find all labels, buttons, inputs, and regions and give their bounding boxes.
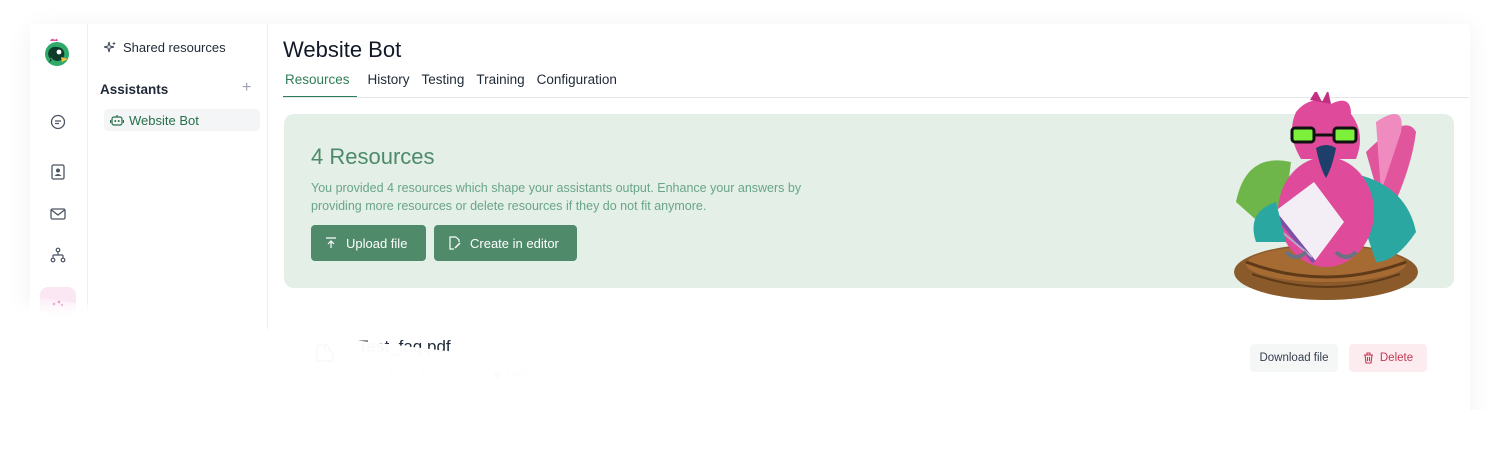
robot-icon xyxy=(110,114,124,126)
chat-icon[interactable] xyxy=(48,112,68,132)
sparkle-icon xyxy=(104,41,116,53)
app-window: Shared resources Assistants + Website Bo… xyxy=(30,24,1470,444)
assistant-parrot-icon[interactable] xyxy=(40,287,76,317)
status-label: Live xyxy=(506,368,528,380)
page-title: Website Bot xyxy=(283,37,402,62)
upload-file-label: Upload file xyxy=(346,235,408,251)
shared-resources-link[interactable]: Shared resources xyxy=(104,40,226,55)
main-content: Website Bot Resources History Testing Tr… xyxy=(268,24,1470,444)
upload-file-button[interactable]: Upload file xyxy=(311,225,426,261)
document-icon xyxy=(316,344,334,362)
mail-icon[interactable] xyxy=(48,204,68,224)
parrot-mascot-illustration xyxy=(1234,92,1418,300)
assistants-sidebar: Shared resources Assistants + Website Bo… xyxy=(88,24,268,444)
tab-testing[interactable]: Testing xyxy=(421,72,474,98)
tab-history[interactable]: History xyxy=(367,72,419,98)
status-dot xyxy=(494,370,501,378)
hierarchy-icon[interactable] xyxy=(48,245,68,265)
tab-configuration[interactable]: Configuration xyxy=(536,72,626,98)
trash-icon xyxy=(1363,352,1373,364)
shared-resources-label: Shared resources xyxy=(123,40,226,55)
sidebar-item-label: Website Bot xyxy=(129,112,199,128)
contact-card-icon[interactable] xyxy=(48,162,68,182)
create-in-editor-button[interactable]: Create in editor xyxy=(434,225,577,261)
tab-bar: Resources History Testing Training Confi… xyxy=(283,72,628,98)
download-file-button[interactable]: Download file xyxy=(1250,344,1338,372)
create-in-editor-label: Create in editor xyxy=(470,235,559,251)
edit-document-icon xyxy=(449,236,461,250)
banner-title: 4 Resources xyxy=(311,144,435,169)
status-badge: Live xyxy=(494,368,527,380)
icon-rail xyxy=(30,24,88,444)
tab-resources[interactable]: Resources xyxy=(283,72,357,98)
parrot-logo-icon[interactable] xyxy=(43,37,71,69)
upload-icon xyxy=(326,237,336,248)
sidebar-item-website-bot[interactable]: Website Bot xyxy=(104,109,260,131)
add-assistant-button[interactable]: + xyxy=(242,79,251,97)
assistants-heading: Assistants xyxy=(100,82,169,97)
resource-file-name[interactable]: Test_faq.pdf xyxy=(358,337,451,357)
delete-label: Delete xyxy=(1379,352,1414,364)
tab-training[interactable]: Training xyxy=(475,72,533,98)
delete-button[interactable]: Delete xyxy=(1349,344,1427,372)
banner-description: You provided 4 resources which shape you… xyxy=(311,181,802,213)
resource-date: 10.25.2023 xyxy=(388,369,444,381)
